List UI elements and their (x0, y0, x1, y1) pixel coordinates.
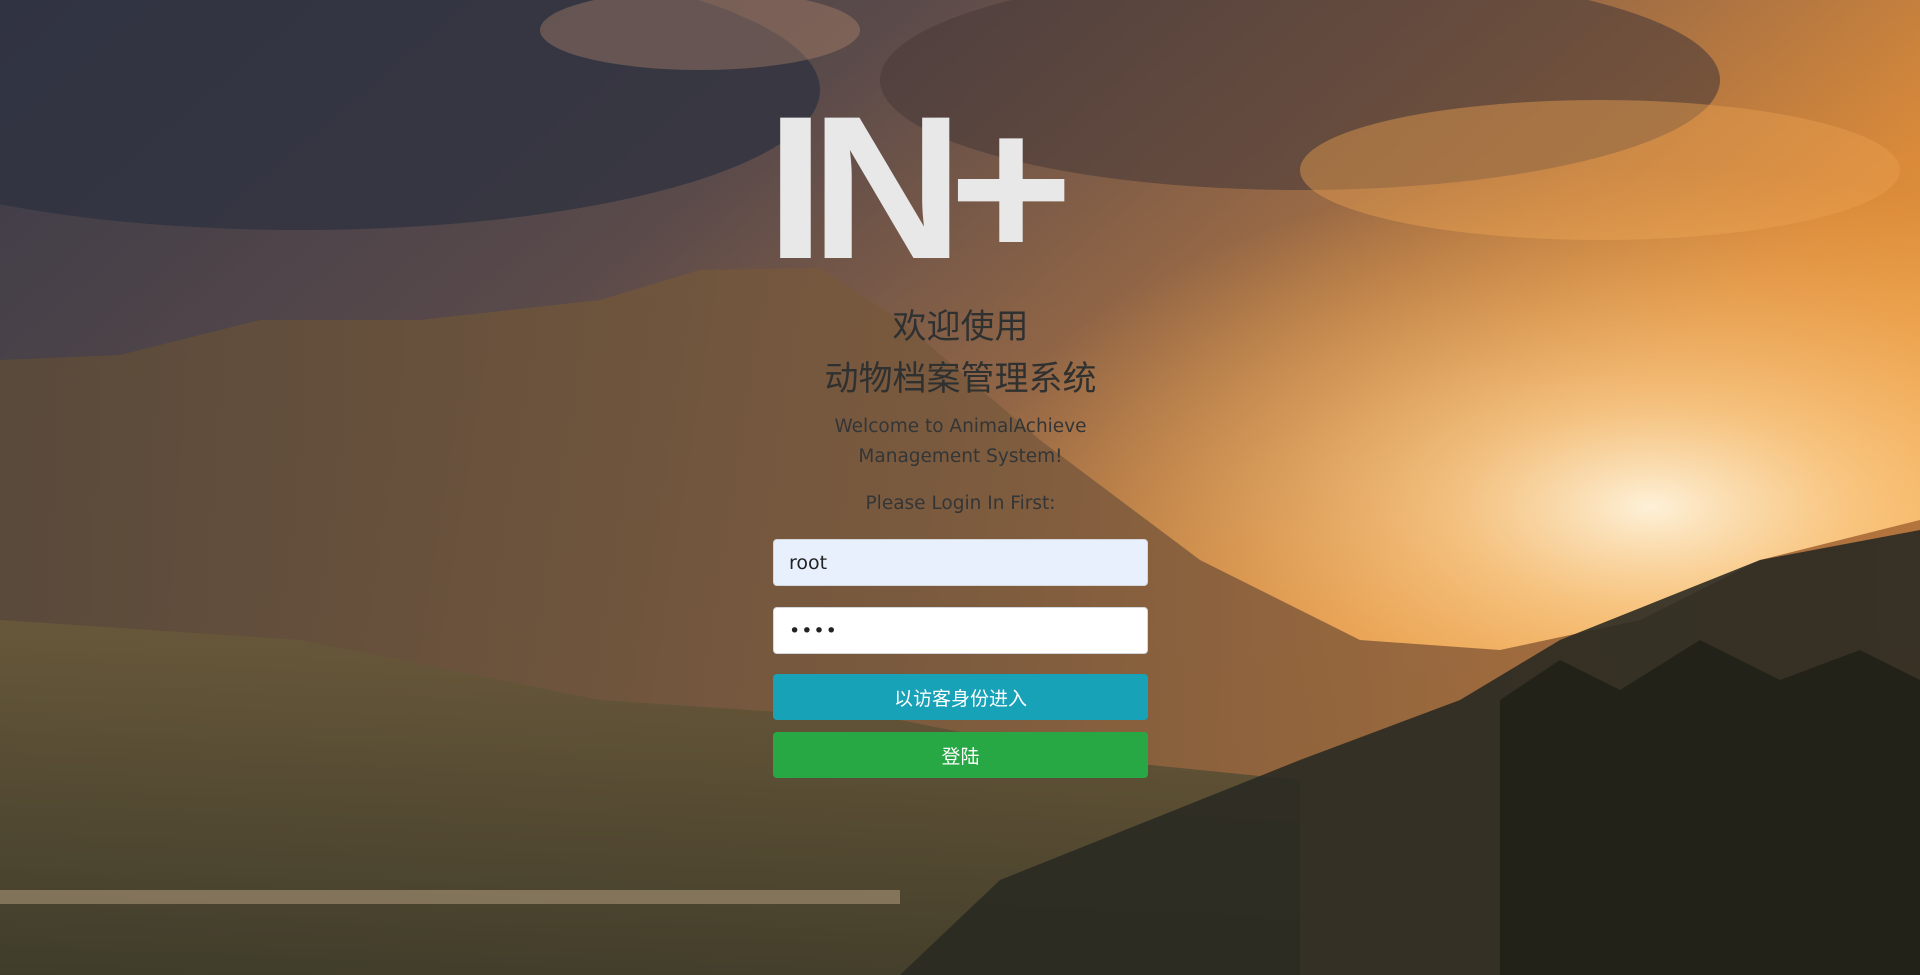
welcome-subtitle: Welcome to AnimalAchieve Management Syst… (834, 416, 1087, 467)
username-input[interactable] (773, 539, 1148, 586)
system-title: 动物档案管理系统 (824, 359, 1097, 399)
welcome-title: 欢迎使用 (892, 307, 1029, 347)
login-prompt: Please Login In First: (865, 493, 1056, 514)
login-button[interactable]: 登陆 (773, 732, 1148, 778)
password-input[interactable] (773, 607, 1148, 654)
logo: IN+ (766, 74, 1073, 302)
guest-login-button[interactable]: 以访客身份进入 (773, 674, 1148, 720)
